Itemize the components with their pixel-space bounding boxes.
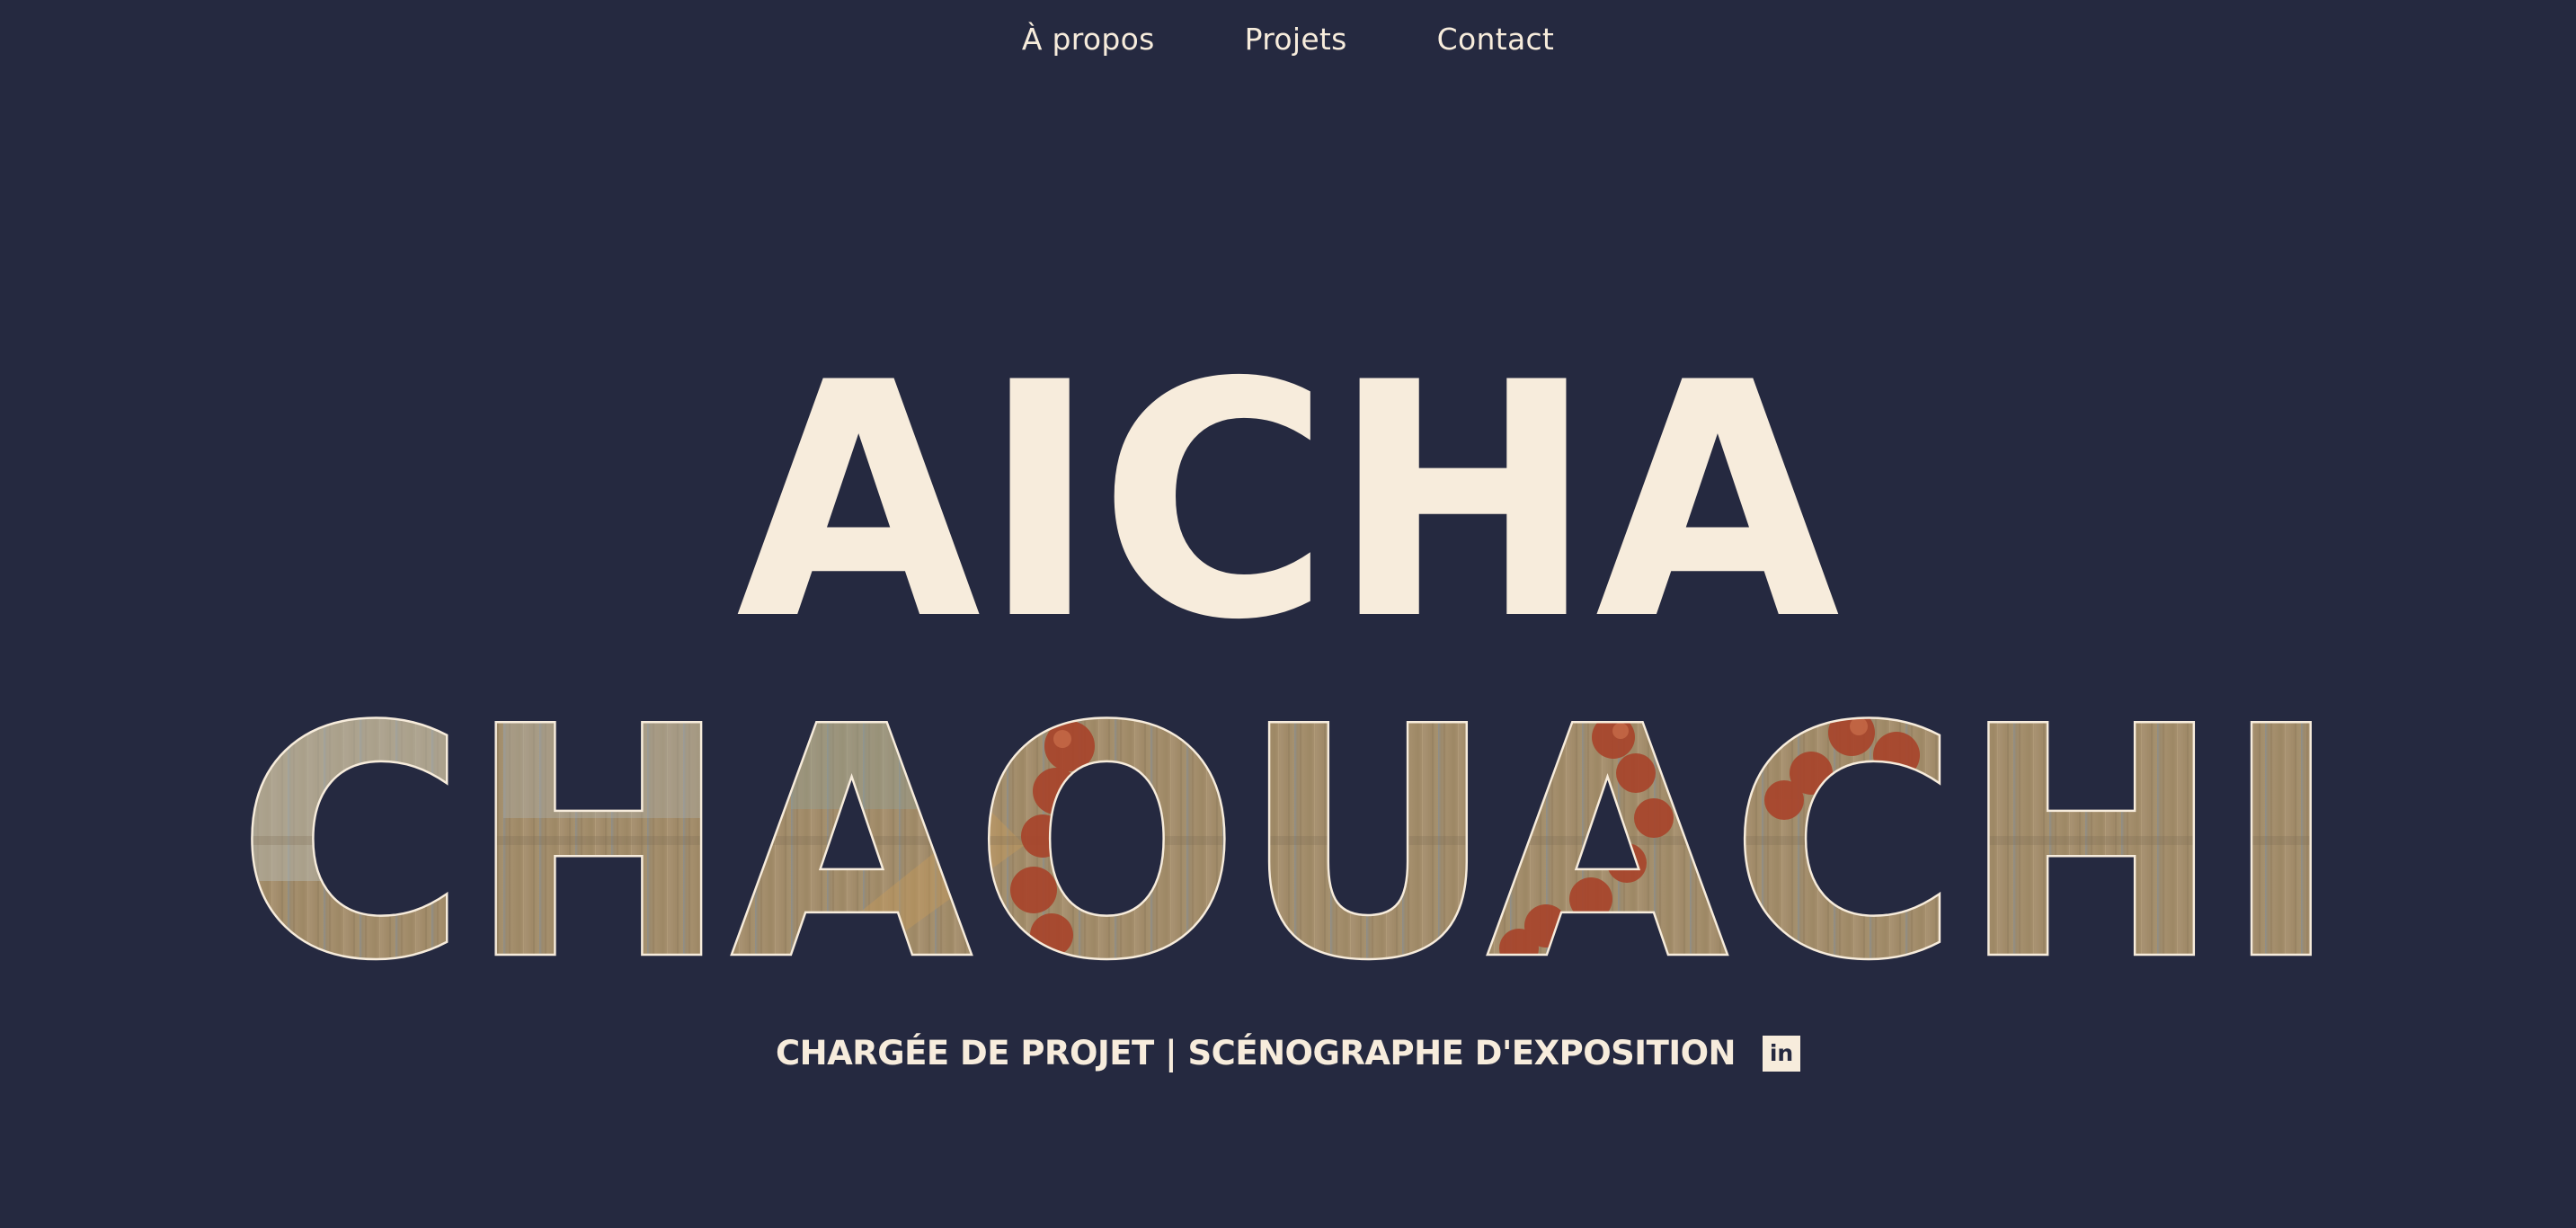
last-name: CHAOUACHI bbox=[236, 658, 2340, 1030]
first-name: AICHA bbox=[736, 314, 1843, 690]
subtitle-row: CHARGÉE DE PROJET | SCÉNOGRAPHE D'EXPOSI… bbox=[0, 1034, 2576, 1072]
subtitle: CHARGÉE DE PROJET | SCÉNOGRAPHE D'EXPOSI… bbox=[775, 1034, 1737, 1072]
linkedin-icon[interactable]: in bbox=[1763, 1035, 1801, 1072]
linkedin-icon-text: in bbox=[1769, 1040, 1794, 1066]
